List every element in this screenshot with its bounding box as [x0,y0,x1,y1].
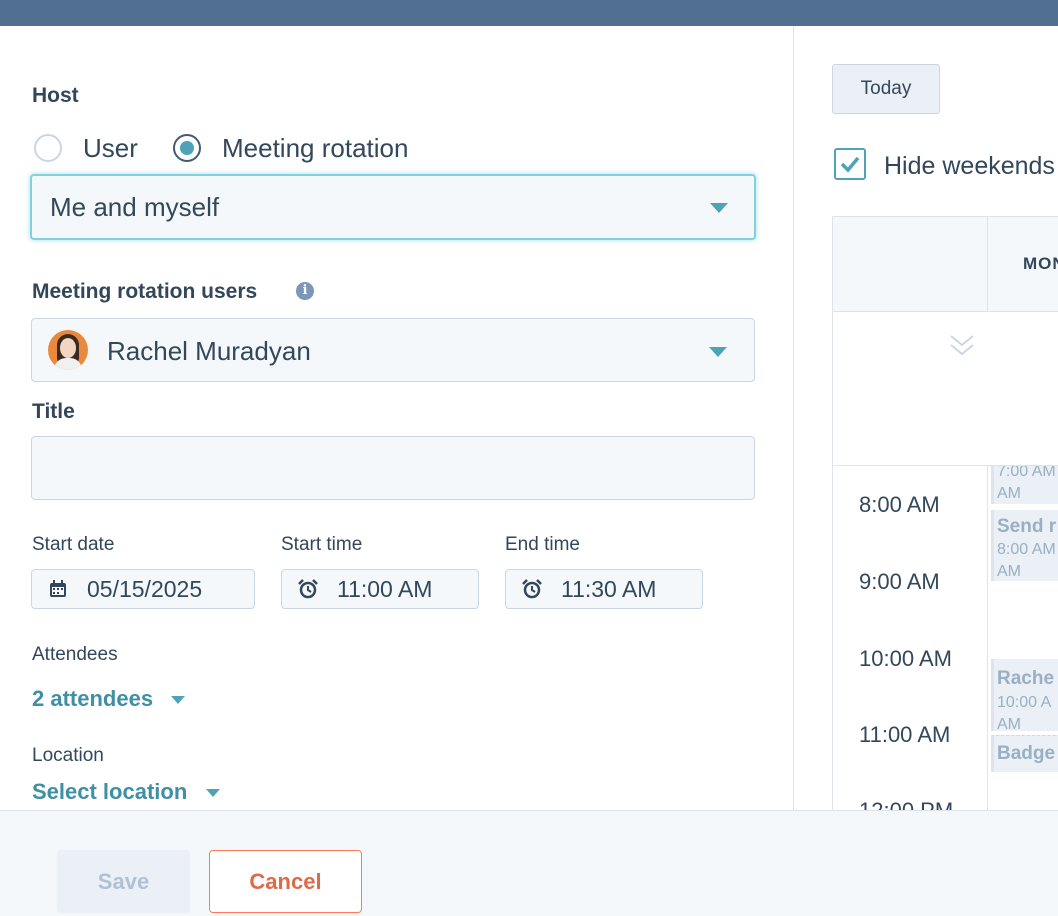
meeting-rotation-select[interactable]: Me and myself [30,174,756,240]
calendar-event[interactable]: 7:00 AM AM [991,466,1058,504]
start-time-input[interactable]: 11:00 AM [281,569,479,609]
double-chevron-down-icon[interactable] [948,332,976,360]
time-label: 11:00 AM [859,722,951,747]
hide-weekends-checkbox[interactable] [834,148,866,180]
time-label: 10:00 AM [859,646,952,671]
caret-down-icon [710,203,728,213]
caret-down-icon[interactable] [171,696,185,704]
attendees-label: Attendees [32,644,118,665]
time-label: 12:00 PM [859,798,953,810]
attendees-dropdown[interactable]: 2 attendees [32,686,153,712]
host-radio-meeting-rotation[interactable] [173,134,201,162]
time-grid-left-border [832,466,833,810]
top-bar [0,0,1058,26]
location-label: Location [32,745,104,766]
event-title: Badge [997,743,1056,764]
cancel-button[interactable]: Cancel [209,850,362,913]
event-time: AM [997,563,1021,580]
event-title: Rache [997,668,1055,689]
time-column-divider [987,466,988,810]
caret-down-icon [709,347,727,357]
calendar-icon [50,580,66,597]
user-avatar [48,330,88,370]
alarm-clock-icon [522,579,542,599]
calendar-event[interactable]: Badge [991,735,1058,772]
time-label: 9:00 AM [859,569,940,594]
calendar-header-divider [987,216,988,312]
event-time: AM [997,716,1021,731]
meeting-rotation-select-value: Me and myself [50,192,220,222]
meeting-form-panel: Host User Meeting rotation Me and myself… [0,26,793,810]
today-button[interactable]: Today [832,64,940,114]
host-label: Host [32,84,79,107]
location-dropdown[interactable]: Select location [32,779,187,805]
end-time-input[interactable]: 11:30 AM [505,569,703,609]
start-time-value: 11:00 AM [337,576,433,602]
save-button[interactable]: Save [57,850,190,913]
event-time: AM [997,485,1021,502]
event-time: 8:00 AM [997,541,1056,558]
meeting-rotation-users-label: Meeting rotation users [32,280,258,303]
end-time-label: End time [505,534,580,555]
host-radio-meeting-rotation-label[interactable]: Meeting rotation [222,133,408,164]
event-title: Send r [997,516,1057,537]
event-time: 10:00 A [997,694,1052,711]
caret-down-icon[interactable] [206,789,220,797]
rotation-user-name: Rachel Muradyan [107,336,311,366]
title-label: Title [32,400,75,423]
calendar-event[interactable]: Send r 8:00 AM AM [991,510,1058,581]
start-date-label: Start date [32,534,115,555]
day-header-monday: MON [1023,254,1058,273]
end-time-value: 11:30 AM [561,576,657,602]
all-day-row [832,312,1058,466]
host-radio-user-label[interactable]: User [83,133,138,164]
title-input[interactable] [31,436,755,500]
meeting-rotation-users-select[interactable]: Rachel Muradyan [31,318,755,382]
start-date-input[interactable]: 05/15/2025 [31,569,255,609]
time-label: 8:00 AM [859,492,940,517]
host-radio-user[interactable] [34,134,62,162]
start-date-value: 05/15/2025 [87,576,203,602]
checkmark-icon [840,156,860,173]
calendar-event[interactable]: Rache 10:00 A AM [991,659,1058,731]
info-icon[interactable]: i [296,282,314,300]
event-time: 7:00 AM [997,466,1056,480]
hide-weekends-label[interactable]: Hide weekends [884,152,1055,181]
calendar-panel: Today Hide weekends MON 8:00 AM 9:00 AM … [794,26,1058,810]
alarm-clock-icon [298,579,318,599]
start-time-label: Start time [281,534,363,555]
